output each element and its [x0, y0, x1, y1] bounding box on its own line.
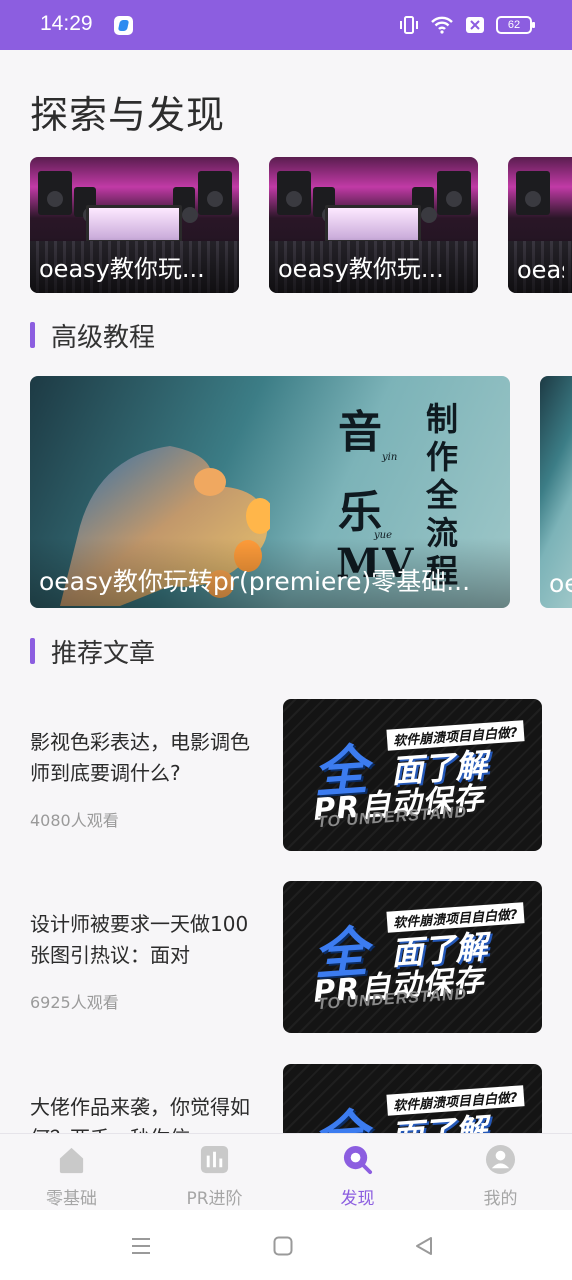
- article-view-count: 4080人观看: [30, 811, 119, 830]
- advanced-course-carousel[interactable]: 音 yin 乐 yue 制作全流程 MV oeasy教你玩转pr(premier…: [30, 376, 572, 608]
- status-time: 14:29: [40, 12, 93, 35]
- wifi-icon: [431, 16, 453, 34]
- home-icon: [59, 1147, 84, 1174]
- article-thumbnail: 软件崩溃项目自白做? 全 面了解 PR自动保存 TO UNDERSTAND: [283, 881, 542, 1033]
- course-card-title: oeasy教你玩...: [39, 255, 205, 283]
- page-title: 探索与发现: [30, 93, 226, 137]
- status-bar: 14:29 62: [0, 0, 572, 50]
- course-card-title: oeas: [517, 256, 564, 284]
- battery-indicator: 62: [496, 16, 535, 34]
- article-title: 影视色彩表达，电影调色师到底要调什么?: [30, 730, 250, 785]
- article-item[interactable]: 设计师被要求一天做100张图引热议：面对 6925人观看 软件崩溃项目自白做? …: [30, 881, 542, 1033]
- section-accent-bar: [30, 322, 35, 348]
- course-card[interactable]: oeasy教你玩...: [30, 157, 239, 293]
- course-card-title: oeasy教你玩...: [278, 255, 444, 283]
- vibrate-icon: [400, 16, 418, 34]
- nav-tab-basics[interactable]: 零基础: [0, 1134, 143, 1211]
- section-accent-bar: [30, 638, 35, 664]
- nav-tab-pr-advanced[interactable]: PR进阶: [143, 1134, 286, 1211]
- nav-tab-label: 发现: [340, 1189, 375, 1209]
- advanced-section-header: 高级教程: [30, 320, 155, 353]
- article-title: 设计师被要求一天做100张图引热议：面对: [30, 912, 249, 967]
- sim-disabled-icon: [466, 17, 484, 33]
- menu-icon[interactable]: [129, 1234, 153, 1258]
- nav-tab-label: 我的: [483, 1189, 518, 1209]
- home-button-icon[interactable]: [271, 1234, 295, 1258]
- nav-tab-discover[interactable]: 发现: [286, 1134, 429, 1211]
- discover-icon: [343, 1145, 373, 1175]
- article-view-count: 6925人观看: [30, 993, 119, 1012]
- recommended-section-header: 推荐文章: [30, 636, 155, 669]
- nav-tab-label: PR进阶: [186, 1189, 243, 1209]
- article-thumbnail: 软件崩溃项目自白做? 全 面了解 PR自动保存 TO UNDERSTAND: [283, 699, 542, 851]
- course-card[interactable]: oeas: [508, 157, 572, 293]
- section-title: 推荐文章: [51, 638, 156, 669]
- nav-tab-label: 零基础: [46, 1189, 97, 1209]
- profile-icon: [485, 1144, 516, 1175]
- chart-icon: [200, 1145, 229, 1174]
- advanced-course-card[interactable]: 音 yin 乐 yue 制作全流程 MV oeasy教你玩转pr(premier…: [30, 376, 510, 608]
- advanced-course-title: oe: [549, 569, 572, 598]
- back-icon[interactable]: [412, 1234, 436, 1258]
- nav-tab-profile[interactable]: 我的: [429, 1134, 572, 1211]
- app-notification-icon: [114, 16, 133, 35]
- app-screen: 14:29 62 探索与发现 oeasy教你玩... oeasy教你玩... o…: [0, 0, 572, 1280]
- article-item[interactable]: 影视色彩表达，电影调色师到底要调什么? 4080人观看 软件崩溃项目自白做? 全…: [30, 699, 542, 851]
- advanced-course-title: oeasy教你玩转pr(premiere)零基础...: [39, 567, 471, 596]
- bottom-navigation: 零基础 PR进阶 发现 我的: [0, 1133, 572, 1210]
- system-navigation-bar: [0, 1210, 572, 1280]
- advanced-course-card[interactable]: oe: [540, 376, 572, 608]
- top-course-carousel[interactable]: oeasy教你玩... oeasy教你玩... oeas: [30, 157, 572, 293]
- status-indicators: 62: [399, 13, 535, 37]
- section-title: 高级教程: [51, 322, 156, 353]
- course-card[interactable]: oeasy教你玩...: [269, 157, 478, 293]
